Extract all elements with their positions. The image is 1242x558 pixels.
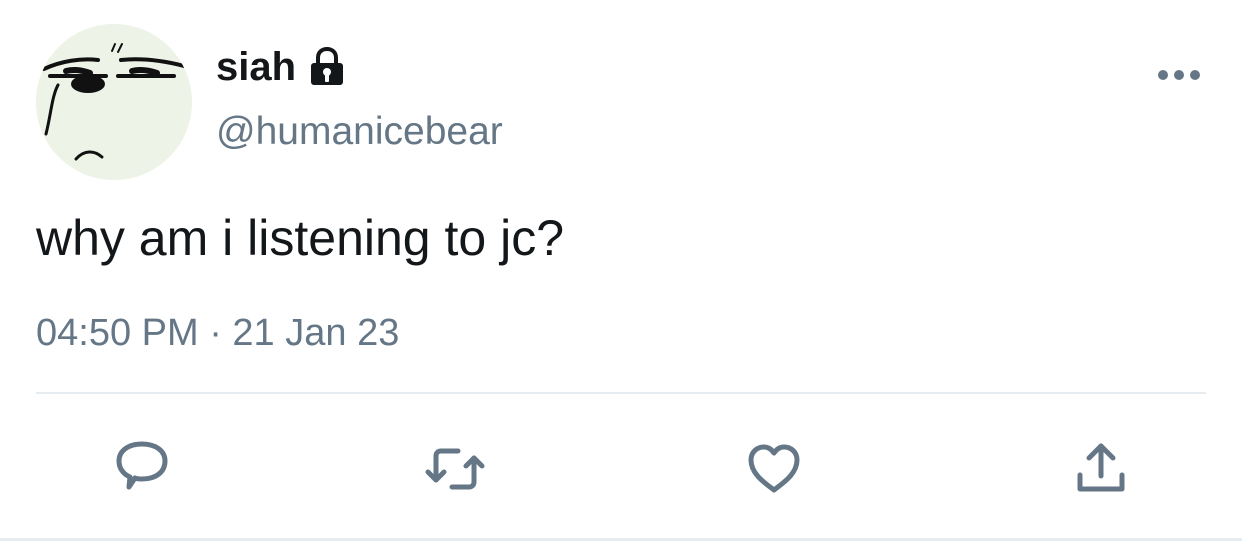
chat-bubble-icon [116,441,168,490]
more-options-button[interactable] [1154,58,1204,92]
display-name[interactable]: siah [216,40,296,94]
share-button[interactable]: share [1065,433,1137,505]
share-upload-icon [1077,443,1125,492]
tweet-text: why am i listening to jc? [36,210,565,266]
reply-button[interactable]: reply [106,433,178,505]
lock-icon [311,47,344,85]
more-icon [1158,70,1200,80]
avatar[interactable] [36,24,192,180]
tweet-card: siah @humanicebear why am i listening to… [0,0,1242,558]
retweet-button[interactable]: retweet [419,433,491,505]
action-divider [36,392,1206,394]
retweet-icon [425,448,485,490]
like-button[interactable]: like [738,433,810,505]
tweet-timestamp[interactable]: 04:50 PM · 21 Jan 23 [36,308,399,358]
author-handle[interactable]: @humanicebear [216,108,503,156]
heart-icon [748,444,800,493]
author-name-row: siah [216,40,346,94]
bottom-divider [0,538,1242,541]
grumpy-face-avatar-icon [36,24,192,180]
